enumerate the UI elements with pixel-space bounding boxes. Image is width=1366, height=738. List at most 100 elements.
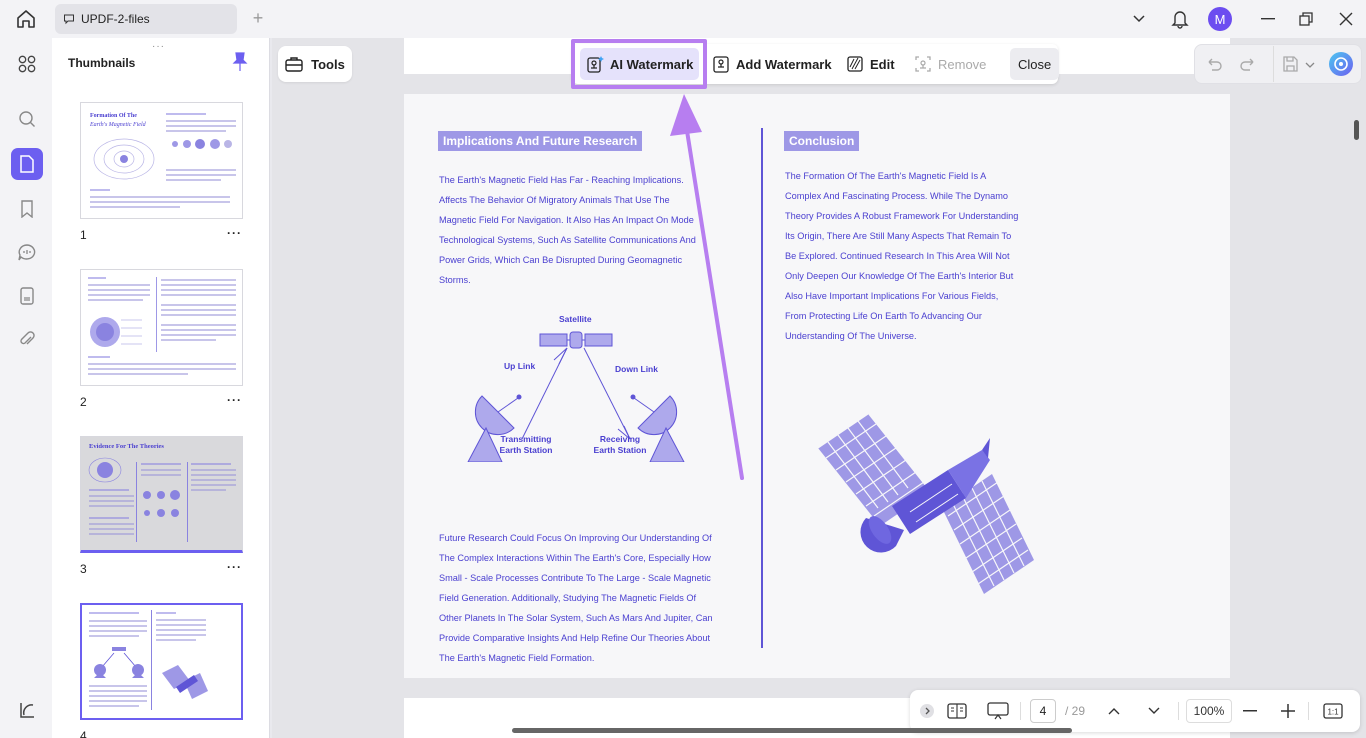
nav-divider [1020, 702, 1021, 720]
earth-layers-graphic [90, 317, 142, 347]
diagram-label-transmitting: Transmitting Earth Station [496, 434, 556, 456]
close-toolbar-button[interactable]: Close [1010, 48, 1060, 80]
panel-grip[interactable]: ··· [152, 41, 165, 52]
tools-label: Tools [311, 56, 345, 72]
save-icon[interactable] [1281, 55, 1299, 78]
paperclip-icon[interactable] [11, 323, 43, 355]
new-tab-button[interactable]: + [248, 9, 268, 29]
zoom-level[interactable]: 100% [1186, 699, 1232, 723]
layers-icon[interactable] [11, 694, 43, 726]
text-line: Only Deepen Our Knowledge Of The Earth's… [785, 271, 1014, 281]
text-line: Complex And Fascinating Process. While T… [785, 191, 1008, 201]
add-watermark-icon [713, 56, 729, 73]
edit-label: Edit [870, 56, 895, 72]
text-line: Future Research Could Focus On Improving… [439, 533, 712, 543]
horizontal-scrollbar[interactable] [512, 728, 1072, 733]
ai-assistant-icon[interactable] [1329, 52, 1353, 76]
page-number-input[interactable]: 4 [1030, 699, 1056, 723]
thumb-more-button-3[interactable]: ··· [227, 560, 242, 574]
satellite-link-graphic [94, 647, 144, 678]
page-thumbnail-4[interactable] [80, 603, 243, 720]
text-line: Understanding Of The Universe. [785, 331, 917, 341]
magnetic-field-graphic [88, 457, 122, 483]
add-watermark-label: Add Watermark [736, 56, 832, 72]
section-heading-left: Implications And Future Research [438, 131, 643, 151]
chevron-down-icon[interactable] [1126, 6, 1152, 32]
text-line: From Protecting Life On Earth To Advanci… [785, 311, 982, 321]
satellite-graphic [162, 665, 208, 699]
text-line: Provide Comparative Insights And Help Re… [439, 633, 711, 643]
dots-graphic [143, 490, 180, 517]
page-thumbnail-2[interactable] [80, 269, 243, 386]
thumb-number-3: 3 [80, 562, 87, 576]
text-line: The Complex Interactions Within The Eart… [439, 553, 711, 563]
label-line: Transmitting [500, 434, 552, 444]
search-icon[interactable] [11, 103, 43, 135]
zoom-in-icon[interactable] [1278, 700, 1298, 722]
next-page-icon[interactable] [1144, 700, 1164, 722]
zoom-out-icon[interactable] [1240, 700, 1260, 722]
thumbnails-panel: ··· Thumbnails Formation Of The Earth's … [52, 38, 270, 738]
remove-label: Remove [938, 56, 987, 72]
comments-icon[interactable] [11, 236, 43, 268]
history-toolbar [1194, 44, 1362, 84]
diagram-label-uplink: Up Link [504, 361, 536, 371]
page-layout-icon[interactable] [946, 700, 968, 722]
paragraph-implications: The Earth's Magnetic Field Has Far - Rea… [439, 170, 696, 290]
chevron-down-icon[interactable] [1305, 57, 1315, 75]
thumb-more-button-1[interactable]: ··· [227, 226, 242, 240]
text-line: Affects The Behavior Of Migratory Animal… [439, 195, 670, 205]
text-line: Field Generation. Additionally, Studying… [439, 593, 697, 603]
vertical-scrollbar[interactable] [1354, 120, 1359, 140]
text-line: Other Planets In The Solar System, Such … [439, 613, 713, 623]
apps-icon[interactable] [11, 48, 43, 80]
nav-divider [1308, 702, 1309, 720]
watermark-toolbar: AI Watermark Add Watermark Edit Remove C… [572, 44, 1060, 84]
close-icon[interactable] [1333, 6, 1359, 32]
page-thumbnail-1[interactable]: Formation Of The Earth's Magnetic Field [80, 102, 243, 219]
previous-page-icon[interactable] [1104, 700, 1124, 722]
pin-icon[interactable] [232, 52, 248, 72]
ai-watermark-icon [587, 56, 604, 73]
page-thumbnail-3[interactable]: Evidence For The Theories [80, 436, 243, 553]
label-line: Earth Station [593, 445, 647, 455]
text-line: Also Have Important Implications For Var… [785, 291, 999, 301]
thumb-more-button-2[interactable]: ··· [227, 393, 242, 407]
remove-button[interactable]: Remove [908, 48, 992, 80]
column-divider [761, 128, 763, 648]
undo-icon[interactable] [1205, 55, 1223, 78]
text-line: Its Origin, There Are Still Many Aspects… [785, 231, 1012, 241]
actual-size-icon[interactable]: 1:1 [1322, 700, 1344, 722]
tools-button[interactable]: Tools [278, 46, 352, 82]
left-icon-rail [0, 38, 52, 738]
text-line: Technological Systems, Such As Satellite… [439, 235, 696, 245]
text-line: Magnetic Field For Navigation. It Also H… [439, 215, 694, 225]
toolbar-divider [1273, 46, 1274, 82]
page-navigation-bar: 4 / 29 100% 1:1 [910, 690, 1360, 732]
label-line: Receiving [599, 434, 641, 444]
redo-icon[interactable] [1239, 55, 1257, 78]
thumb-heading: Formation Of The [90, 113, 137, 119]
thumbnails-icon[interactable] [11, 148, 43, 180]
text-line: Power Grids, Which Can Be Disrupted Duri… [439, 255, 683, 265]
minimize-icon[interactable] [1255, 6, 1281, 32]
ai-watermark-button[interactable]: AI Watermark [580, 48, 700, 80]
collapse-nav-icon[interactable] [918, 700, 936, 722]
document-tab[interactable]: UPDF-2-files [55, 4, 237, 34]
home-icon[interactable] [14, 8, 38, 30]
diagram-label-satellite: Satellite [559, 314, 592, 324]
bookmark-icon[interactable] [11, 193, 43, 225]
presentation-icon[interactable] [986, 700, 1010, 722]
panel-title: Thumbnails [68, 56, 136, 70]
avatar[interactable]: M [1208, 7, 1232, 31]
diagram-label-receiving: Receiving Earth Station [590, 434, 650, 456]
edit-button[interactable]: Edit [840, 48, 901, 80]
title-bar: UPDF-2-files + M [0, 0, 1366, 38]
attachments-page-icon[interactable] [11, 280, 43, 312]
thumb-number-2: 2 [80, 395, 87, 409]
svg-text:1:1: 1:1 [1327, 708, 1339, 717]
add-watermark-button[interactable]: Add Watermark [706, 48, 838, 80]
restore-icon[interactable] [1293, 6, 1319, 32]
text-line: The Earth's Magnetic Field Has Far - Rea… [439, 175, 684, 185]
bell-icon[interactable] [1167, 6, 1193, 32]
